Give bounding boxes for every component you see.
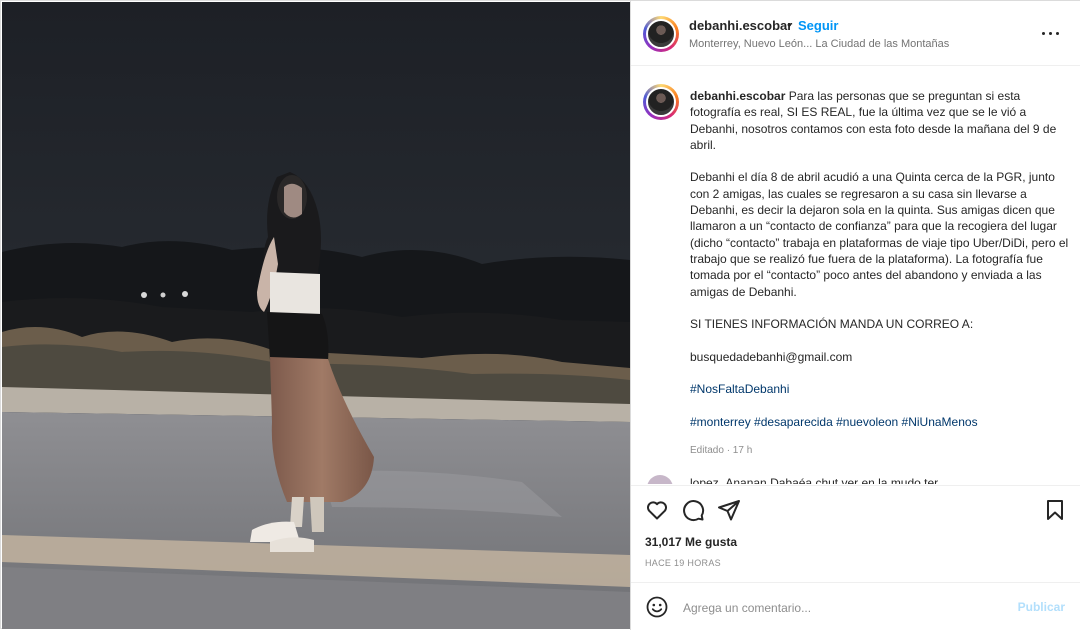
hashtag-link[interactable]: #monterrey	[690, 415, 751, 429]
hashtag-link[interactable]: #NiUnaMenos	[902, 415, 978, 429]
caption-username[interactable]: debanhi.escobar	[690, 89, 785, 103]
post-actions: 31,017 Me gusta HACE 19 HORAS Publicar	[631, 485, 1080, 631]
publish-button[interactable]: Publicar	[1018, 600, 1065, 614]
caption-avatar[interactable]	[643, 84, 679, 120]
post-caption: debanhi.escobar Para las personas que se…	[690, 88, 1070, 459]
edited-label: Editado · 17 h	[690, 444, 753, 456]
follow-button[interactable]: Seguir	[798, 18, 838, 33]
hashtag-link[interactable]: #nuevoleon	[836, 415, 898, 429]
likes-count[interactable]: 31,017 Me gusta	[645, 535, 737, 549]
author-avatar[interactable]	[643, 16, 679, 52]
share-icon[interactable]	[717, 498, 741, 522]
comment-icon[interactable]	[681, 498, 705, 522]
caption-paragraph-3: SI TIENES INFORMACIÓN MANDA UN CORREO A:	[690, 317, 974, 332]
bookmark-icon[interactable]	[1043, 498, 1067, 522]
hashtag-link[interactable]: #NosFaltaDebanhi	[690, 382, 789, 396]
add-comment-bar: Publicar	[631, 582, 1080, 632]
commenter-avatar[interactable]	[647, 475, 673, 484]
comment-input[interactable]	[681, 597, 985, 619]
hashtags-paragraph: #monterrey #desaparecida #nuevoleon #NiU…	[690, 414, 1070, 430]
post-side-panel: debanhi.escobar • Seguir Monterrey, Nuev…	[630, 1, 1080, 630]
instagram-post: debanhi.escobar • Seguir Monterrey, Nuev…	[0, 0, 1080, 630]
post-location[interactable]: Monterrey, Nuevo León... La Ciudad de la…	[689, 38, 949, 50]
author-username[interactable]: debanhi.escobar	[689, 18, 792, 33]
caption-paragraph-1: debanhi.escobar Para las personas que se…	[690, 88, 1070, 153]
post-header: debanhi.escobar • Seguir Monterrey, Nuev…	[631, 1, 1080, 66]
caption-paragraph-2: Debanhi el día 8 de abril acudió a una Q…	[690, 170, 1069, 299]
post-photo[interactable]	[2, 2, 630, 629]
contact-email: busquedadebanhi@gmail.com	[690, 349, 853, 364]
hashtag-paragraph: #NosFaltaDebanhi	[690, 381, 1070, 397]
heart-icon[interactable]	[645, 498, 669, 522]
post-timestamp: HACE 19 HORAS	[645, 558, 721, 568]
emoji-icon[interactable]	[645, 595, 669, 619]
separator-dot: •	[787, 17, 792, 32]
post-photo-image	[2, 2, 630, 629]
more-options-icon[interactable]	[1039, 23, 1063, 43]
comments-area[interactable]: debanhi.escobar Para las personas que se…	[631, 66, 1080, 484]
next-comment-peek: lopez_Ananan Dabaéa chut ver en la mudo …	[690, 476, 939, 484]
hashtag-link[interactable]: #desaparecida	[754, 415, 833, 429]
